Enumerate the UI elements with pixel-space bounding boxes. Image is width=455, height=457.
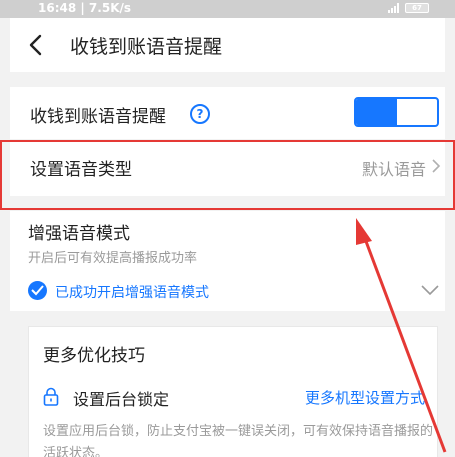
- annotation-arrow: [356, 218, 447, 453]
